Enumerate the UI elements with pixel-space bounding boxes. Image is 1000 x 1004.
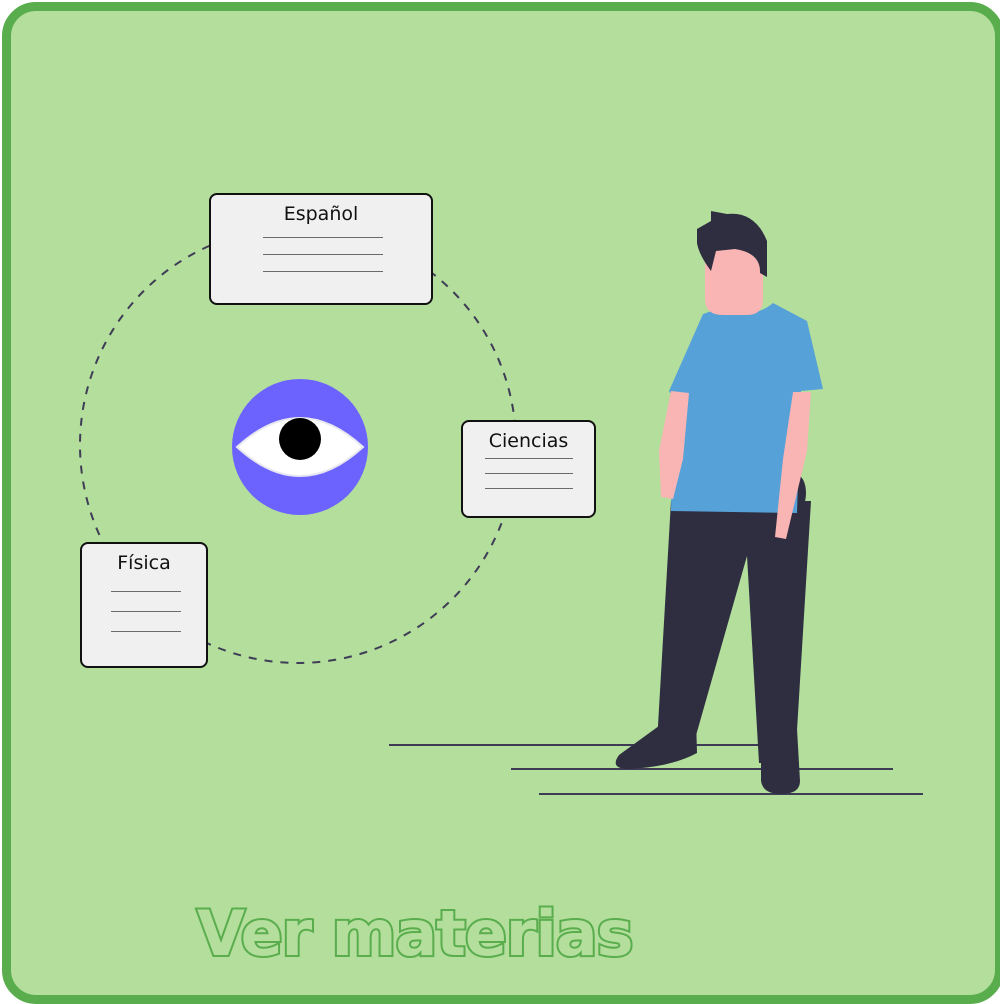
text-line xyxy=(485,473,573,474)
standing-person-illustration xyxy=(615,211,823,794)
subject-label: Español xyxy=(283,203,359,225)
text-line xyxy=(263,254,383,255)
subject-card-espanol[interactable]: Español xyxy=(209,193,433,305)
subject-card-ciencias[interactable]: Ciencias xyxy=(461,420,596,518)
ver-materias-card[interactable]: Español Ciencias Física Ver materias xyxy=(2,2,1000,1004)
subject-label: Ciencias xyxy=(488,430,569,452)
text-line xyxy=(485,488,573,489)
page-title: Ver materias xyxy=(195,895,636,972)
text-line xyxy=(111,631,181,632)
eye-icon xyxy=(232,379,368,515)
text-line xyxy=(263,271,383,272)
text-line xyxy=(263,237,383,238)
subject-card-fisica[interactable]: Física xyxy=(80,542,208,668)
text-line xyxy=(485,458,573,459)
text-line xyxy=(111,611,181,612)
text-line xyxy=(111,591,181,592)
subject-label: Física xyxy=(117,552,171,574)
